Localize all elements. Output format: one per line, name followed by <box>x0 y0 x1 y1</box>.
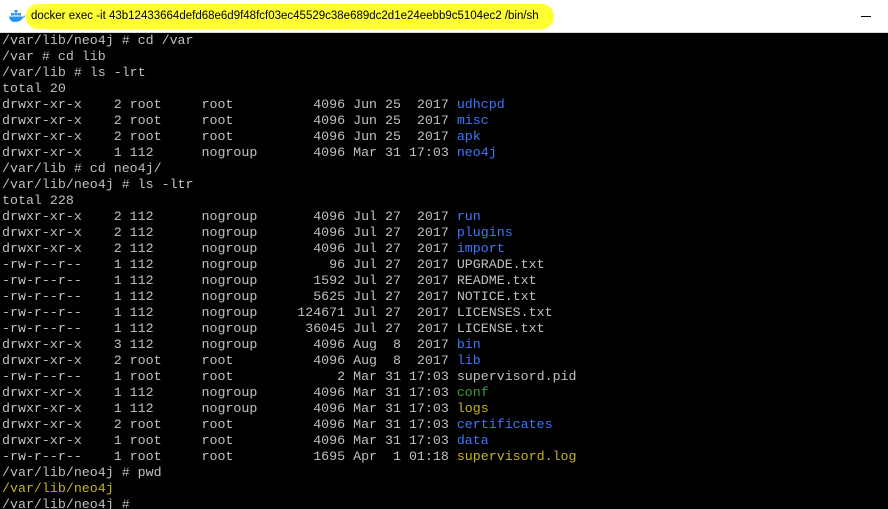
terminal-line: drwxr-xr-x 3 112 nogroup 4096 Aug 8 2017… <box>2 337 481 353</box>
terminal-line: /var/lib/neo4j <box>2 481 114 497</box>
minimize-icon <box>861 16 871 17</box>
file-name: run <box>456 209 481 224</box>
terminal-line: drwxr-xr-x 2 root root 4096 Mar 31 17:03… <box>2 417 553 433</box>
file-name: import <box>456 241 505 256</box>
line-text: drwxr-xr-x 1 root root 4096 Mar 31 17:03 <box>2 433 457 448</box>
file-name: NOTICE.txt <box>456 289 537 304</box>
file-name: conf <box>456 385 489 400</box>
title-bar[interactable]: docker exec -it 43b12433664defd68e6d9f48… <box>0 0 888 33</box>
line-text: -rw-r--r-- 1 112 nogroup 1592 Jul 27 201… <box>2 273 457 288</box>
line-text: drwxr-xr-x 1 112 nogroup 4096 Mar 31 17:… <box>2 385 457 400</box>
terminal-line: total 228 <box>2 193 74 209</box>
line-text: /var/lib/neo4j # ls -ltr <box>2 177 194 192</box>
line-text: drwxr-xr-x 1 112 nogroup 4096 Mar 31 17:… <box>2 145 457 160</box>
line-text: /var/lib/neo4j <box>2 481 114 496</box>
terminal-line: total 20 <box>2 81 66 97</box>
terminal-line: /var/lib/neo4j # pwd <box>2 465 162 481</box>
docker-whale-icon <box>9 10 26 22</box>
line-text: drwxr-xr-x 2 root root 4096 Aug 8 2017 <box>2 353 457 368</box>
file-name: data <box>456 433 489 448</box>
file-name: UPGRADE.txt <box>456 257 545 272</box>
line-text: drwxr-xr-x 2 root root 4096 Jun 25 2017 <box>2 97 457 112</box>
terminal-line: -rw-r--r-- 1 112 nogroup 1592 Jul 27 201… <box>2 273 537 289</box>
file-name: LICENSE.txt <box>456 321 545 336</box>
line-text: drwxr-xr-x 2 112 nogroup 4096 Jul 27 201… <box>2 225 457 240</box>
terminal-line: /var/lib # cd neo4j/ <box>2 161 162 177</box>
terminal-line: drwxr-xr-x 1 112 nogroup 4096 Mar 31 17:… <box>2 385 489 401</box>
terminal-line: drwxr-xr-x 2 112 nogroup 4096 Jul 27 201… <box>2 241 505 257</box>
line-text: -rw-r--r-- 1 112 nogroup 96 Jul 27 2017 <box>2 257 457 272</box>
terminal-line: drwxr-xr-x 2 112 nogroup 4096 Jul 27 201… <box>2 225 513 241</box>
line-text: total 20 <box>2 81 66 96</box>
line-text: /var/lib/neo4j # pwd <box>2 465 162 480</box>
terminal-line: drwxr-xr-x 1 112 nogroup 4096 Mar 31 17:… <box>2 145 497 161</box>
line-text: -rw-r--r-- 1 112 nogroup 5625 Jul 27 201… <box>2 289 457 304</box>
terminal-line: /var/lib # ls -lrt <box>2 65 146 81</box>
file-name: supervisord.pid <box>456 369 577 384</box>
file-name: README.txt <box>456 273 537 288</box>
file-name: udhcpd <box>456 97 505 112</box>
terminal-line: -rw-r--r-- 1 root root 1695 Apr 1 01:18 … <box>2 449 577 465</box>
terminal-line: /var/lib/neo4j # <box>2 497 138 509</box>
window-title: docker exec -it 43b12433664defd68e6d9f48… <box>31 10 539 22</box>
file-name: apk <box>456 129 481 144</box>
terminal-line: drwxr-xr-x 1 root root 4096 Mar 31 17:03… <box>2 433 489 449</box>
line-text: drwxr-xr-x 2 root root 4096 Mar 31 17:03 <box>2 417 457 432</box>
minimize-button[interactable] <box>856 8 876 24</box>
terminal-line: /var # cd lib <box>2 49 106 65</box>
line-text: -rw-r--r-- 1 root root 2 Mar 31 17:03 <box>2 369 457 384</box>
terminal-line: drwxr-xr-x 2 root root 4096 Jun 25 2017 … <box>2 129 481 145</box>
file-name: LICENSES.txt <box>456 305 553 320</box>
terminal-window: docker exec -it 43b12433664defd68e6d9f48… <box>0 0 888 509</box>
file-name: supervisord.log <box>456 449 577 464</box>
terminal-line: -rw-r--r-- 1 root root 2 Mar 31 17:03 su… <box>2 369 577 385</box>
line-text: drwxr-xr-x 2 112 nogroup 4096 Jul 27 201… <box>2 241 457 256</box>
line-text: /var # cd lib <box>2 49 106 64</box>
terminal-line: drwxr-xr-x 2 root root 4096 Jun 25 2017 … <box>2 97 505 113</box>
file-name: lib <box>456 353 481 368</box>
line-text: drwxr-xr-x 2 112 nogroup 4096 Jul 27 201… <box>2 209 457 224</box>
file-name: logs <box>456 401 489 416</box>
terminal-line: /var/lib/neo4j # cd /var <box>2 33 194 49</box>
line-text: drwxr-xr-x 2 root root 4096 Jun 25 2017 <box>2 113 457 128</box>
line-text: /var/lib/neo4j # <box>2 497 138 509</box>
terminal-line: drwxr-xr-x 2 root root 4096 Jun 25 2017 … <box>2 113 489 129</box>
line-text: /var/lib # cd neo4j/ <box>2 161 162 176</box>
file-name: misc <box>456 113 489 128</box>
terminal-output[interactable]: /var/lib/neo4j # cd /var/var # cd lib/va… <box>0 33 888 509</box>
file-name: bin <box>456 337 481 352</box>
terminal-line: drwxr-xr-x 1 112 nogroup 4096 Mar 31 17:… <box>2 401 489 417</box>
line-text: -rw-r--r-- 1 112 nogroup 124671 Jul 27 2… <box>2 305 457 320</box>
line-text: -rw-r--r-- 1 112 nogroup 36045 Jul 27 20… <box>2 321 457 336</box>
line-text: drwxr-xr-x 1 112 nogroup 4096 Mar 31 17:… <box>2 401 457 416</box>
terminal-line: -rw-r--r-- 1 112 nogroup 36045 Jul 27 20… <box>2 321 545 337</box>
line-text: /var/lib/neo4j # cd /var <box>2 33 194 48</box>
line-text: total 228 <box>2 193 74 208</box>
line-text: drwxr-xr-x 3 112 nogroup 4096 Aug 8 2017 <box>2 337 457 352</box>
terminal-line: -rw-r--r-- 1 112 nogroup 124671 Jul 27 2… <box>2 305 553 321</box>
terminal-line: drwxr-xr-x 2 root root 4096 Aug 8 2017 l… <box>2 353 481 369</box>
line-text: /var/lib # ls -lrt <box>2 65 146 80</box>
terminal-line: -rw-r--r-- 1 112 nogroup 5625 Jul 27 201… <box>2 289 537 305</box>
terminal-line: drwxr-xr-x 2 112 nogroup 4096 Jul 27 201… <box>2 209 481 225</box>
file-name: certificates <box>456 417 553 432</box>
file-name: neo4j <box>456 145 497 160</box>
terminal-line: /var/lib/neo4j # ls -ltr <box>2 177 194 193</box>
file-name: plugins <box>456 225 513 240</box>
line-text: drwxr-xr-x 2 root root 4096 Jun 25 2017 <box>2 129 457 144</box>
terminal-line: -rw-r--r-- 1 112 nogroup 96 Jul 27 2017 … <box>2 257 545 273</box>
line-text: -rw-r--r-- 1 root root 1695 Apr 1 01:18 <box>2 449 457 464</box>
